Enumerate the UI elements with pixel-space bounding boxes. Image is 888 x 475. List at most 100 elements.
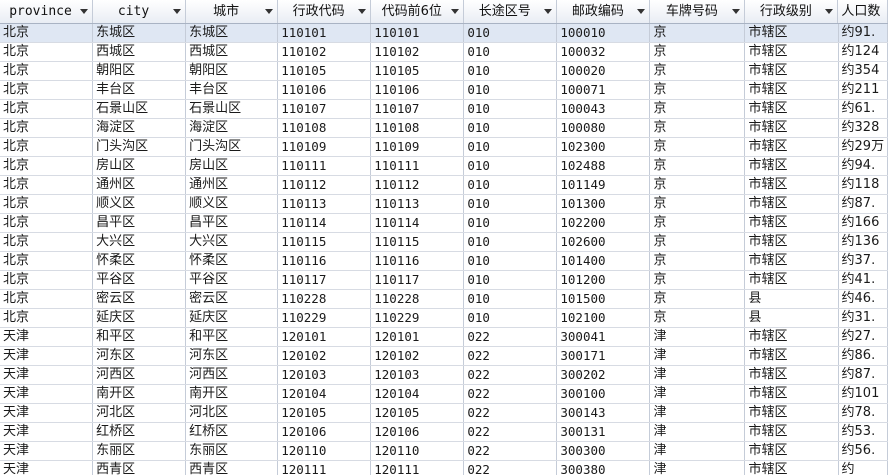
city-cell[interactable]: 东城区 [93, 24, 187, 42]
admin-level-cell[interactable]: 市辖区 [745, 119, 839, 137]
area-code-cell[interactable]: 010 [464, 290, 558, 308]
province-cell[interactable]: 北京 [0, 100, 94, 118]
province-cell[interactable]: 北京 [0, 81, 94, 99]
table-row[interactable]: 北京 朝阳区 朝阳区 110105 110105 010 100020 京市辖区 约354 [0, 62, 888, 81]
code-prefix-cell[interactable]: 120102 [371, 347, 465, 365]
city-name-cell[interactable]: 河北区 [186, 404, 279, 422]
table-row[interactable]: 天津 东丽区 东丽区 120110 120110 022 300300 津市辖区 约56. [0, 442, 888, 461]
plate-code-cell[interactable]: 津 [650, 461, 746, 475]
table-row[interactable]: 天津 河西区 河西区 120103 120103 022 300202 津市辖区 约87. [0, 366, 888, 385]
area-code-cell[interactable]: 010 [464, 138, 558, 156]
city-cell[interactable]: 西城区 [93, 43, 187, 61]
postal-code-cell[interactable]: 101149 [557, 176, 651, 194]
area-code-cell[interactable]: 010 [464, 100, 558, 118]
code-prefix-cell[interactable]: 110112 [371, 176, 465, 194]
table-row[interactable]: 北京 丰台区 丰台区 110106 110106 010 100071 京市辖区 约211 [0, 81, 888, 100]
code-prefix-cell[interactable]: 120111 [371, 461, 465, 475]
plate-code-cell[interactable]: 京 [650, 157, 746, 175]
plate-code-cell[interactable]: 京 [650, 81, 746, 99]
area-code-cell[interactable]: 022 [464, 442, 558, 460]
table-row[interactable]: 天津 河北区 河北区 120105 120105 022 300143 津市辖区 约78. [0, 404, 888, 423]
province-cell[interactable]: 天津 [0, 385, 94, 403]
city-name-cell[interactable]: 西青区 [186, 461, 279, 475]
plate-code-cell[interactable]: 京 [650, 214, 746, 232]
postal-code-cell[interactable]: 102200 [557, 214, 651, 232]
province-cell[interactable]: 天津 [0, 328, 94, 346]
population-cell[interactable]: 约27. [839, 328, 888, 346]
population-cell[interactable]: 约136 [839, 233, 888, 251]
admin-code-cell[interactable]: 110102 [278, 43, 372, 61]
area-code-cell[interactable]: 022 [464, 385, 558, 403]
plate-code-cell[interactable]: 津 [650, 328, 746, 346]
population-cell[interactable]: 约124 [839, 43, 888, 61]
column-header-population[interactable]: 人口数 [838, 0, 888, 23]
admin-level-cell[interactable]: 市辖区 [745, 214, 839, 232]
city-cell[interactable]: 门头沟区 [93, 138, 187, 156]
column-header-admin-level[interactable]: 行政级别 [745, 0, 839, 23]
plate-code-cell[interactable]: 京 [650, 271, 746, 289]
admin-code-cell[interactable]: 110111 [278, 157, 372, 175]
dropdown-arrow-icon[interactable] [544, 9, 553, 14]
code-prefix-cell[interactable]: 110113 [371, 195, 465, 213]
admin-level-cell[interactable]: 市辖区 [745, 252, 839, 270]
area-code-cell[interactable]: 010 [464, 271, 558, 289]
column-header-area-code[interactable]: 长途区号 [464, 0, 558, 23]
city-name-cell[interactable]: 红桥区 [186, 423, 279, 441]
province-cell[interactable]: 北京 [0, 43, 94, 61]
admin-code-cell[interactable]: 110228 [278, 290, 372, 308]
city-cell[interactable]: 房山区 [93, 157, 187, 175]
province-cell[interactable]: 天津 [0, 442, 94, 460]
postal-code-cell[interactable]: 102100 [557, 309, 651, 327]
province-cell[interactable]: 北京 [0, 309, 94, 327]
city-cell[interactable]: 石景山区 [93, 100, 187, 118]
postal-code-cell[interactable]: 101200 [557, 271, 651, 289]
dropdown-arrow-icon[interactable] [173, 9, 182, 14]
admin-level-cell[interactable]: 市辖区 [745, 404, 839, 422]
column-header-province[interactable]: province [0, 0, 94, 23]
table-row[interactable]: 北京 西城区 西城区 110102 110102 010 100032 京市辖区 约124 [0, 43, 888, 62]
code-prefix-cell[interactable]: 110105 [371, 62, 465, 80]
admin-code-cell[interactable]: 110105 [278, 62, 372, 80]
table-row[interactable]: 天津 和平区 和平区 120101 120101 022 300041 津市辖区 约27. [0, 328, 888, 347]
city-name-cell[interactable]: 怀柔区 [186, 252, 279, 270]
city-cell[interactable]: 河北区 [93, 404, 187, 422]
admin-code-cell[interactable]: 110108 [278, 119, 372, 137]
postal-code-cell[interactable]: 101300 [557, 195, 651, 213]
city-cell[interactable]: 和平区 [93, 328, 187, 346]
city-cell[interactable]: 密云区 [93, 290, 187, 308]
code-prefix-cell[interactable]: 110101 [371, 24, 465, 42]
dropdown-arrow-icon[interactable] [732, 9, 741, 14]
postal-code-cell[interactable]: 100043 [557, 100, 651, 118]
plate-code-cell[interactable]: 京 [650, 119, 746, 137]
city-name-cell[interactable]: 和平区 [186, 328, 279, 346]
province-cell[interactable]: 天津 [0, 461, 94, 475]
admin-code-cell[interactable]: 120104 [278, 385, 372, 403]
admin-code-cell[interactable]: 110107 [278, 100, 372, 118]
area-code-cell[interactable]: 010 [464, 119, 558, 137]
table-row[interactable]: 北京 平谷区 平谷区 110117 110117 010 101200 京市辖区 约41. [0, 271, 888, 290]
admin-code-cell[interactable]: 120105 [278, 404, 372, 422]
city-cell[interactable]: 通州区 [93, 176, 187, 194]
admin-code-cell[interactable]: 120106 [278, 423, 372, 441]
code-prefix-cell[interactable]: 110117 [371, 271, 465, 289]
admin-code-cell[interactable]: 110115 [278, 233, 372, 251]
postal-code-cell[interactable]: 300171 [557, 347, 651, 365]
plate-code-cell[interactable]: 京 [650, 195, 746, 213]
code-prefix-cell[interactable]: 110116 [371, 252, 465, 270]
plate-code-cell[interactable]: 京 [650, 62, 746, 80]
city-name-cell[interactable]: 东城区 [186, 24, 279, 42]
area-code-cell[interactable]: 010 [464, 81, 558, 99]
plate-code-cell[interactable]: 京 [650, 138, 746, 156]
table-row[interactable]: 北京 昌平区 昌平区 110114 110114 010 102200 京市辖区 约166 [0, 214, 888, 233]
code-prefix-cell[interactable]: 120110 [371, 442, 465, 460]
dropdown-arrow-icon[interactable] [637, 9, 646, 14]
code-prefix-cell[interactable]: 110115 [371, 233, 465, 251]
province-cell[interactable]: 北京 [0, 157, 94, 175]
population-cell[interactable]: 约166 [839, 214, 888, 232]
postal-code-cell[interactable]: 300100 [557, 385, 651, 403]
admin-level-cell[interactable]: 市辖区 [745, 347, 839, 365]
population-cell[interactable]: 约56. [839, 442, 888, 460]
population-cell[interactable]: 约87. [839, 195, 888, 213]
code-prefix-cell[interactable]: 110114 [371, 214, 465, 232]
admin-code-cell[interactable]: 120111 [278, 461, 372, 475]
